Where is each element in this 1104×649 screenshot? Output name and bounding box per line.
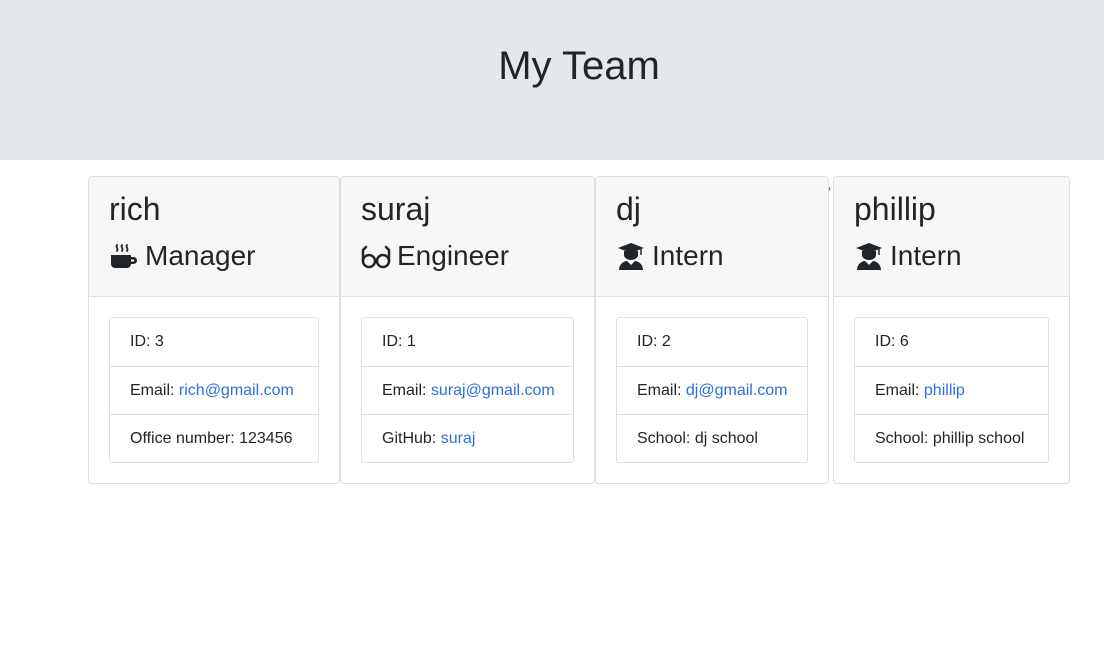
employee-role: Intern xyxy=(616,238,724,274)
page-title: My Team xyxy=(498,44,660,88)
list-item-school: School: phillip school xyxy=(855,414,1048,462)
school-value: phillip school xyxy=(932,430,1025,447)
glasses-icon xyxy=(361,241,391,271)
jumbotron-header: My Team xyxy=(0,0,1104,160)
employee-role: Engineer xyxy=(361,238,509,274)
list-item-email: Email: dj@gmail.com xyxy=(617,366,807,414)
email-link[interactable]: phillip xyxy=(924,382,965,399)
office-label: Office number: xyxy=(130,430,240,447)
employee-card-engineer: suraj Engineer ID: 1 Email: suraj@gmail.… xyxy=(340,176,595,484)
card-header: rich Manager xyxy=(89,177,339,297)
github-link[interactable]: suraj xyxy=(441,430,476,447)
list-item-id: ID: 2 xyxy=(617,318,807,366)
role-label: Intern xyxy=(890,240,962,271)
list-item-email: Email: rich@gmail.com xyxy=(110,366,318,414)
card-header: phillip Intern xyxy=(834,177,1069,297)
role-label: Manager xyxy=(145,240,256,271)
id-value: 3 xyxy=(154,333,164,350)
id-label: ID: xyxy=(637,333,662,350)
employee-name: phillip xyxy=(854,191,936,227)
id-label: ID: xyxy=(130,333,155,350)
employee-name: rich xyxy=(109,191,161,227)
employee-card-intern: phillip Intern ID: 6 Email: phillip Scho… xyxy=(833,176,1070,484)
employee-role: Intern xyxy=(854,238,962,274)
employee-card-manager: rich Manager ID: 3 Email: rich@gmail.com… xyxy=(88,176,340,484)
card-header: dj Intern xyxy=(596,177,828,297)
email-label: Email: xyxy=(130,382,179,399)
school-label: School: xyxy=(875,430,933,447)
school-value: dj school xyxy=(694,430,758,447)
info-list: ID: 3 Email: rich@gmail.com Office numbe… xyxy=(109,317,319,463)
info-list: ID: 1 Email: suraj@gmail.com GitHub: sur… xyxy=(361,317,574,463)
email-link[interactable]: suraj@gmail.com xyxy=(431,382,555,399)
list-item-email: Email: suraj@gmail.com xyxy=(362,366,573,414)
employee-card-intern: dj Intern ID: 2 Email: dj@gmail.com Scho… xyxy=(595,176,829,484)
card-header: suraj Engineer xyxy=(341,177,594,297)
id-value: 2 xyxy=(661,333,671,350)
graduate-icon xyxy=(616,241,646,271)
list-item-id: ID: 1 xyxy=(362,318,573,366)
id-value: 6 xyxy=(899,333,909,350)
info-list: ID: 2 Email: dj@gmail.com School: dj sch… xyxy=(616,317,808,463)
list-item-office: Office number: 123456 xyxy=(110,414,318,462)
list-item-id: ID: 3 xyxy=(110,318,318,366)
email-label: Email: xyxy=(637,382,686,399)
id-label: ID: xyxy=(875,333,900,350)
email-link[interactable]: dj@gmail.com xyxy=(686,382,788,399)
id-label: ID: xyxy=(382,333,407,350)
coffee-mug-icon xyxy=(109,241,139,271)
email-link[interactable]: rich@gmail.com xyxy=(179,382,294,399)
id-value: 1 xyxy=(406,333,416,350)
email-label: Email: xyxy=(382,382,431,399)
employee-name: suraj xyxy=(361,191,431,227)
email-label: Email: xyxy=(875,382,924,399)
list-item-id: ID: 6 xyxy=(855,318,1048,366)
graduate-icon xyxy=(854,241,884,271)
school-label: School: xyxy=(637,430,695,447)
list-item-github: GitHub: suraj xyxy=(362,414,573,462)
info-list: ID: 6 Email: phillip School: phillip sch… xyxy=(854,317,1049,463)
github-label: GitHub: xyxy=(382,430,441,447)
employee-role: Manager xyxy=(109,238,256,274)
office-value: 123456 xyxy=(239,430,293,447)
role-label: Intern xyxy=(652,240,724,271)
list-item-school: School: dj school xyxy=(617,414,807,462)
list-item-email: Email: phillip xyxy=(855,366,1048,414)
role-label: Engineer xyxy=(397,240,510,271)
employee-name: dj xyxy=(616,191,641,227)
